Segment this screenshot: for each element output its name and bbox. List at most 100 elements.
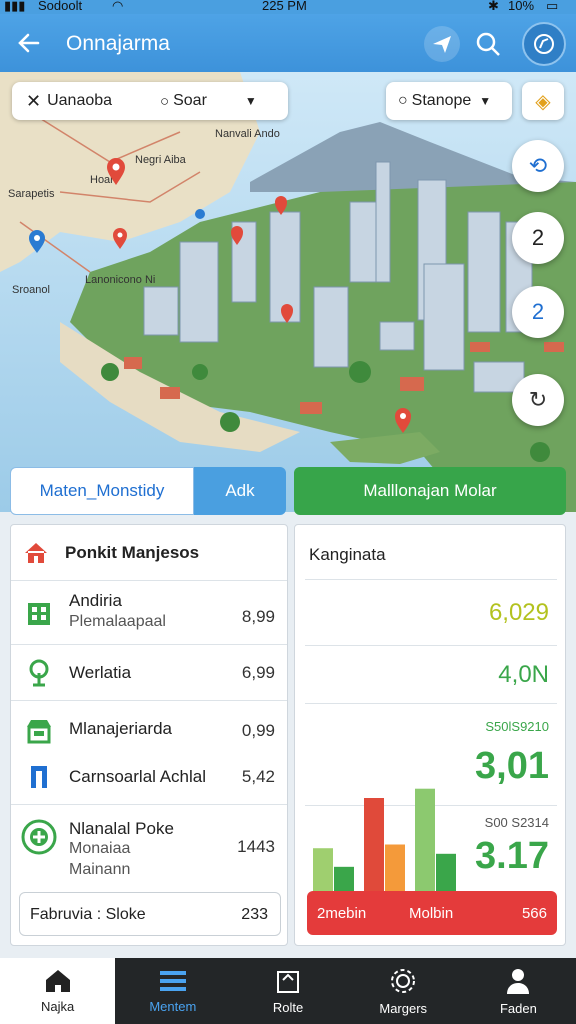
time: 225 PM [262, 0, 307, 13]
chart-bar [334, 866, 354, 891]
battery-label: 10% [508, 0, 535, 13]
close-icon[interactable]: ✕ [26, 91, 41, 112]
search-button[interactable] [470, 26, 506, 62]
map-pin-icon[interactable] [106, 158, 126, 186]
item-sub: Mainann [69, 861, 131, 878]
list-item[interactable]: Mlanajeriarda 0,99 Carnsoarlal Achlal 5,… [11, 700, 287, 804]
bar-chart [313, 788, 456, 891]
map-pin-icon[interactable] [194, 208, 206, 224]
search-right-text: Soar [173, 92, 207, 109]
tab-left[interactable]: Maten_Monstidy [10, 467, 194, 515]
filter-dropdown[interactable]: ○ Stanope ▼ [386, 82, 512, 120]
tab-right[interactable]: Malllonajan Molar [294, 467, 566, 515]
city-map[interactable]: ✕ Uanaoba ○ Soar ▼ ○ Stanope ▼ ◈ Nanvali… [0, 72, 576, 512]
route-button[interactable]: ⟲ [512, 140, 564, 192]
search-bar[interactable]: ✕ Uanaoba ○ Soar ▼ [12, 82, 288, 120]
map-pin-icon[interactable] [28, 230, 46, 254]
location-button[interactable] [424, 26, 460, 62]
summary-mid: Molbin [409, 905, 454, 922]
tree-icon [29, 659, 49, 687]
store-icon [27, 720, 51, 744]
chart-bar [415, 788, 435, 891]
refresh-button[interactable]: ↻ [512, 374, 564, 426]
navigation-icon [433, 36, 451, 53]
layers-button[interactable]: ◈ [522, 82, 564, 120]
map-pin-icon[interactable] [274, 196, 288, 216]
filter-label: Stanope [411, 92, 472, 109]
summary-value: 233 [241, 906, 268, 923]
divider [305, 703, 557, 704]
map-pin-icon[interactable] [230, 226, 244, 246]
home-icon [45, 969, 70, 992]
bluetooth-icon: ✱ [488, 0, 499, 13]
home-icon [25, 543, 47, 563]
route-icon: ⟲ [528, 153, 548, 178]
stat-value: 3.17 [475, 835, 549, 877]
refresh-icon: ↻ [528, 387, 548, 412]
stat-value: 4,0N [498, 661, 549, 688]
carrier: Sodoolt [38, 0, 83, 13]
item-value: 8,99 [241, 607, 275, 626]
fab-label: 2 [531, 299, 545, 324]
summary-right: 566 [521, 905, 547, 922]
nav-route[interactable]: Rolte [230, 958, 345, 1024]
list-header: Ponkit Manjesos [65, 543, 200, 562]
nav-label: Rolte [272, 999, 304, 1015]
nav-label: Mentem [149, 998, 197, 1014]
radio-icon: ○ [398, 92, 408, 109]
layers-icon: ◈ [535, 90, 551, 113]
radio-icon: ○ [160, 92, 170, 110]
nav-label: Najka [40, 998, 75, 1014]
map-illustration [0, 72, 576, 512]
list-item[interactable]: Andiria Plemalaapaal 8,99 [11, 580, 287, 644]
door-icon [31, 766, 47, 788]
stat-value: 6,029 [488, 599, 549, 626]
stat-caption: S50lS9210 [485, 719, 549, 734]
search-left-text: Uanaoba [47, 92, 113, 109]
list-item[interactable]: Werlatia 6,99 [11, 644, 287, 700]
map-pin-icon[interactable] [280, 304, 294, 324]
search-icon [476, 32, 500, 56]
stats-panel: Kanginata 6,029 4,0N S50lS9210 3,01 S00 … [294, 524, 566, 946]
compass-button[interactable] [522, 22, 566, 66]
gear-icon [391, 968, 416, 993]
zoom-in-button[interactable]: 2 [512, 212, 564, 264]
summary-field[interactable]: Fabruvia : Sloke 233 [19, 892, 281, 936]
item-value: 1443 [237, 837, 275, 856]
chevron-down-icon: ▼ [244, 94, 257, 108]
compass-icon [534, 34, 554, 54]
building-icon [28, 603, 50, 625]
status-bar: ▮▮▮ Sodoolt ◠ 225 PM ✱ 10% ▭ [0, 0, 576, 14]
nav-home[interactable]: Najka [0, 958, 116, 1024]
nav-menu[interactable]: Mentem [115, 958, 230, 1024]
summary-bar[interactable]: 2mebin Molbin 566 [307, 891, 557, 935]
summary-label: Fabruvia : Sloke [30, 906, 146, 923]
map-label: Lanonicono Ni [85, 274, 156, 286]
menu-icon [159, 970, 186, 991]
user-icon [507, 968, 530, 994]
divider [305, 579, 557, 580]
nav-settings[interactable]: Margers [346, 958, 461, 1024]
item-name: Werlatia [69, 663, 132, 682]
map-label: Sarapetis [8, 188, 55, 200]
nav-profile[interactable]: Faden [461, 958, 576, 1024]
chart-bar [313, 848, 333, 891]
summary-left: 2mebin [317, 905, 367, 922]
fab-label: 2 [531, 225, 545, 250]
item-name: Carnsoarlal Achlal [69, 767, 207, 786]
tab-group: Maten_Monstidy Adk [10, 467, 286, 515]
back-button[interactable] [10, 24, 48, 62]
stats-title: Kanginata [309, 545, 386, 564]
item-name: Mlanajeriarda [69, 719, 172, 738]
list-item[interactable]: Nlanalal Poke Monaiaa Mainann 1443 [11, 804, 287, 886]
item-name: Nlanalal Poke [69, 819, 174, 838]
document-icon [277, 970, 299, 993]
signal-icon: ▮▮▮ [4, 0, 26, 13]
tab-mid[interactable]: Adk [194, 467, 286, 515]
zoom-out-button[interactable]: 2 [512, 286, 564, 338]
wifi-icon: ◠ [112, 0, 124, 13]
chart-bar [385, 844, 405, 891]
item-value: 5,42 [241, 767, 275, 786]
map-pin-icon[interactable] [394, 408, 412, 434]
map-pin-icon[interactable] [112, 228, 128, 250]
